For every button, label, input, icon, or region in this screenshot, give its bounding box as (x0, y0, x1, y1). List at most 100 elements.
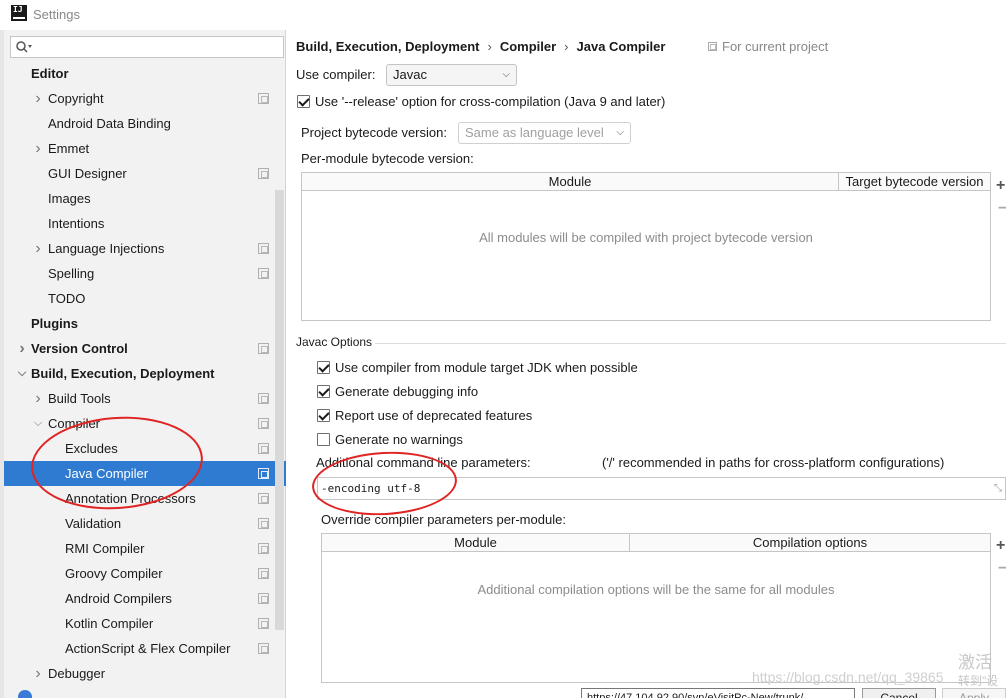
chevron-right-icon[interactable]: › (33, 386, 43, 411)
sidebar-item-gui-designer[interactable]: GUI Designer (4, 161, 286, 186)
sidebar-item-label: Intentions (48, 216, 105, 231)
project-scope-icon (258, 618, 269, 629)
background-url-field: https://47.104.92.90/svn/eVisitPc-New/tr… (581, 688, 855, 698)
additional-params-input[interactable]: -encoding utf-8 ⤡ (317, 477, 1006, 500)
option-no-warnings-checkbox[interactable]: Generate no warnings (317, 432, 463, 447)
project-scope-icon (258, 493, 269, 504)
option-debug-info-checkbox[interactable]: Generate debugging info (317, 384, 478, 399)
chevron-down-icon[interactable]: ⌵ (17, 361, 27, 386)
sidebar-item-spelling[interactable]: Spelling (4, 261, 286, 286)
sidebar-item-intentions[interactable]: Intentions (4, 211, 286, 236)
checkbox-box[interactable] (317, 361, 330, 374)
sidebar-item-label: Plugins (31, 316, 78, 331)
sidebar-item-groovy-compiler[interactable]: Groovy Compiler (4, 561, 286, 586)
sidebar-item-language-injections[interactable]: › Language Injections (4, 236, 286, 261)
checkbox-box[interactable] (297, 95, 310, 108)
search-input[interactable] (10, 36, 284, 58)
sidebar-item-plugins[interactable]: Plugins (4, 311, 286, 336)
additional-params-value: -encoding utf-8 (321, 482, 421, 495)
sidebar-item-emmet[interactable]: › Emmet (4, 136, 286, 161)
project-scope-icon (258, 93, 269, 104)
column-header-module[interactable]: Module (322, 534, 629, 552)
additional-params-label: Additional command line parameters: (316, 455, 531, 470)
table-empty-text: Additional compilation options will be t… (477, 582, 835, 597)
release-option-checkbox[interactable]: Use '--release' option for cross-compila… (297, 94, 665, 109)
title-bar: IJ Settings (0, 0, 1006, 30)
sidebar-item-label: Groovy Compiler (65, 566, 163, 581)
sidebar-item-editor[interactable]: Editor (4, 61, 286, 86)
chevron-right-icon[interactable]: › (17, 336, 27, 361)
sidebar-item-actionscript-flex-compiler[interactable]: ActionScript & Flex Compiler (4, 636, 286, 661)
project-scope-icon (258, 243, 269, 254)
sidebar-item-kotlin-compiler[interactable]: Kotlin Compiler (4, 611, 286, 636)
sidebar-item-label: RMI Compiler (65, 541, 145, 556)
project-bytecode-select[interactable]: Same as language level ⌵ (458, 122, 631, 144)
sidebar-scrollbar[interactable] (275, 190, 284, 630)
chevron-right-icon[interactable]: › (33, 136, 43, 161)
sidebar-item-android-compilers[interactable]: Android Compilers (4, 586, 286, 611)
column-header-module[interactable]: Module (302, 173, 838, 191)
option-deprecated-checkbox[interactable]: Report use of deprecated features (317, 408, 532, 423)
sidebar-item-rmi-compiler[interactable]: RMI Compiler (4, 536, 286, 561)
sidebar-item-todo[interactable]: TODO (4, 286, 286, 311)
sidebar-item-label: Debugger (48, 666, 106, 681)
sidebar-item-excludes[interactable]: Excludes (4, 436, 286, 461)
sidebar-item-annotation-processors[interactable]: Annotation Processors (4, 486, 286, 511)
sidebar-item-debugger[interactable]: › Debugger (4, 661, 286, 686)
breadcrumb-separator: › (564, 39, 569, 54)
option-label: Generate no warnings (335, 432, 463, 447)
option-label: Generate debugging info (335, 384, 479, 399)
column-header-compilation-options[interactable]: Compilation options (629, 534, 990, 552)
cancel-button[interactable]: Cancel (862, 688, 936, 698)
option-label: Report use of deprecated features (335, 408, 533, 423)
additional-params-hint: ('/' recommended in paths for cross-plat… (602, 455, 945, 470)
help-icon[interactable] (18, 690, 32, 698)
bytecode-module-table[interactable]: Module Target bytecode version All modul… (301, 172, 991, 321)
sidebar-item-label: Excludes (65, 441, 118, 456)
project-scope-icon (258, 593, 269, 604)
sidebar-item-build-tools[interactable]: › Build Tools (4, 386, 286, 411)
override-module-table[interactable]: Module Compilation options Additional co… (321, 533, 991, 683)
checkbox-box[interactable] (317, 385, 330, 398)
checkbox-box[interactable] (317, 409, 330, 422)
sidebar-item-validation[interactable]: Validation (4, 511, 286, 536)
add-icon[interactable]: + (996, 537, 1005, 555)
use-compiler-select[interactable]: Javac ⌵ (386, 64, 517, 86)
chevron-right-icon[interactable]: › (33, 86, 43, 111)
sidebar-item-copyright[interactable]: › Copyright (4, 86, 286, 111)
override-params-label: Override compiler parameters per-module: (321, 512, 566, 527)
sidebar-item-label: Language Injections (48, 241, 165, 256)
sidebar-item-android-data-binding[interactable]: Android Data Binding (4, 111, 286, 136)
sidebar-item-version-control[interactable]: › Version Control (4, 336, 286, 361)
javac-options-title: Javac Options (296, 335, 373, 349)
project-scope-icon (258, 343, 269, 354)
remove-icon[interactable]: − (998, 200, 1006, 218)
sidebar-item-images[interactable]: Images (4, 186, 286, 211)
chevron-right-icon[interactable]: › (33, 236, 43, 261)
project-scope-icon (258, 568, 269, 579)
sidebar-item-build-execution-deployment[interactable]: ⌵ Build, Execution, Deployment (4, 361, 286, 386)
breadcrumb-item-java-compiler: Java Compiler (576, 39, 666, 54)
apply-button[interactable]: Apply (942, 688, 1006, 698)
add-icon[interactable]: + (996, 177, 1005, 195)
project-scope-icon (708, 42, 717, 51)
checkbox-box[interactable] (317, 433, 330, 446)
sidebar-item-label: Compiler (48, 416, 101, 431)
chevron-down-icon[interactable]: ⌵ (33, 411, 43, 436)
section-divider (375, 343, 1006, 344)
sidebar-item-java-compiler[interactable]: Java Compiler (4, 461, 286, 486)
expand-icon[interactable]: ⤡ (994, 478, 1002, 499)
watermark-url: https://blog.csdn.net/qq_39865 (752, 669, 944, 685)
breadcrumb-item-compiler: Compiler (499, 39, 557, 54)
intellij-icon: IJ (11, 5, 27, 21)
sidebar-item-label: Editor (31, 66, 69, 81)
breadcrumb-item-build: Build, Execution, Deployment (296, 39, 480, 54)
sidebar-item-label: ActionScript & Flex Compiler (65, 641, 231, 656)
sidebar-item-compiler[interactable]: ⌵ Compiler (4, 411, 286, 436)
search-icon (16, 41, 32, 53)
option-module-jdk-checkbox[interactable]: Use compiler from module target JDK when… (317, 360, 638, 375)
remove-icon[interactable]: − (998, 560, 1006, 578)
column-header-target-bytecode[interactable]: Target bytecode version (838, 173, 990, 191)
activation-watermark-sub: 转到"设 (958, 674, 999, 688)
chevron-right-icon[interactable]: › (33, 661, 43, 686)
